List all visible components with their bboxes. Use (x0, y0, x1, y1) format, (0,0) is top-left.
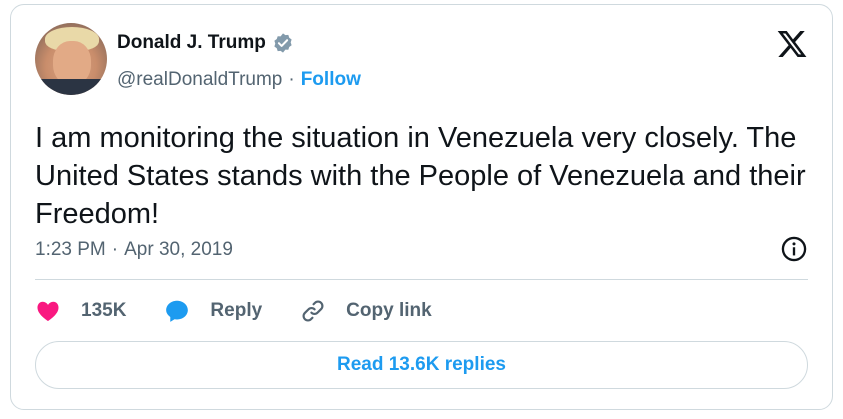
handle-separator: · (288, 69, 295, 90)
timestamp-separator: · (111, 239, 119, 260)
author-name[interactable]: Donald J. Trump (117, 32, 266, 54)
like-button[interactable]: 135K (35, 298, 126, 324)
tweet-time[interactable]: 1:23 PM (35, 239, 106, 261)
divider (35, 279, 808, 280)
avatar[interactable] (35, 23, 107, 95)
link-icon (302, 300, 324, 322)
heart-icon (37, 301, 59, 321)
author-handle[interactable]: @realDonaldTrump (117, 69, 282, 91)
like-count: 135K (81, 300, 127, 321)
read-replies-button[interactable]: Read 13.6K replies (35, 341, 808, 389)
copy-link-button[interactable]: Copy link (300, 298, 432, 324)
tweet-timestamp[interactable]: 1:23 PM · Apr 30, 2019 (35, 239, 233, 261)
reply-button[interactable]: Reply (164, 298, 262, 324)
info-icon[interactable] (780, 235, 808, 263)
reply-label: Reply (210, 300, 263, 321)
author-handle-row: @realDonaldTrump · Follow (117, 69, 361, 91)
avatar-suit (35, 79, 107, 95)
verified-badge-icon (274, 33, 292, 53)
tweet-card: Donald J. Trump @realDonaldTrump · Follo… (10, 4, 833, 410)
follow-button[interactable]: Follow (301, 69, 361, 91)
x-logo-icon[interactable] (776, 28, 808, 60)
action-bar: 135K Reply Copy link (35, 298, 470, 324)
tweet-date[interactable]: Apr 30, 2019 (124, 239, 233, 261)
reply-bubble-icon (166, 300, 189, 322)
copy-link-label: Copy link (346, 300, 432, 321)
tweet-text: I am monitoring the situation in Venezue… (35, 122, 806, 230)
author-name-row: Donald J. Trump (117, 32, 294, 54)
